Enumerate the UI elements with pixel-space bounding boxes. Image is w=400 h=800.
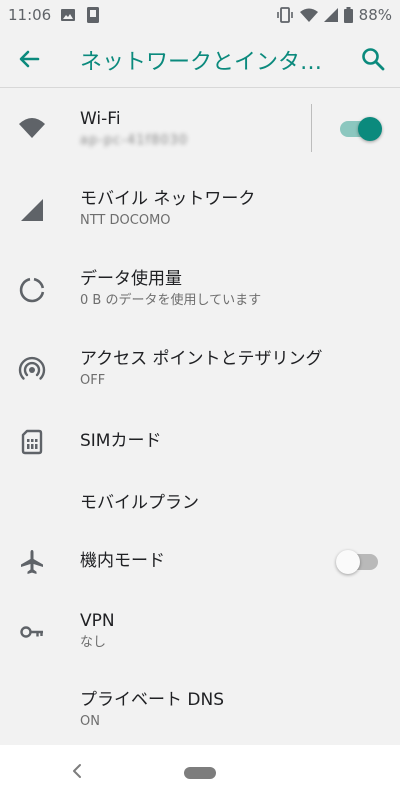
sim-card-text: SIMカード xyxy=(80,430,161,452)
sim-card-row[interactable]: SIMカード xyxy=(0,408,400,474)
vpn-title: VPN xyxy=(80,611,115,631)
vpn-status: なし xyxy=(80,635,107,650)
vibrate-icon xyxy=(276,7,293,23)
signal-status-icon xyxy=(323,8,338,22)
status-bar: 11:06 88% xyxy=(0,0,400,30)
private-dns-row[interactable]: プライベート DNS ON xyxy=(0,668,400,745)
wifi-title: Wi-Fi xyxy=(80,109,121,129)
page-title: ネットワークとインターネット xyxy=(80,50,330,75)
search-icon[interactable] xyxy=(358,44,388,74)
device-notification-icon xyxy=(87,7,99,23)
mobile-plan-text: モバイルプラン xyxy=(80,492,199,514)
system-nav-bar xyxy=(0,745,400,800)
airplane-mode-title: 機内モード xyxy=(80,551,165,571)
airplane-icon xyxy=(21,550,43,574)
nav-back-icon[interactable] xyxy=(66,759,90,783)
wifi-icon xyxy=(19,118,45,138)
mobile-plan-title: モバイルプラン xyxy=(80,493,199,513)
airplane-mode-text: 機内モード xyxy=(80,550,165,572)
airplane-mode-toggle[interactable] xyxy=(336,550,378,574)
mobile-network-carrier: NTT DOCOMO xyxy=(80,213,171,228)
signal-icon xyxy=(21,199,43,221)
airplane-toggle-knob xyxy=(336,550,360,574)
settings-list: Wi-Fi ap-pc-41f8030 モバイル ネットワーク NTT DOCO… xyxy=(0,88,400,745)
image-notification-icon xyxy=(61,9,75,21)
notification-icons xyxy=(60,7,100,23)
data-usage-icon xyxy=(19,277,45,303)
vpn-row[interactable]: VPN なし xyxy=(0,590,400,668)
wifi-toggle[interactable] xyxy=(340,117,382,141)
settings-screen: 11:06 88% ネットワークとインター Wi-Fi ap-pc-41f803… xyxy=(0,0,400,800)
arrow-back-icon[interactable] xyxy=(14,44,44,74)
home-pill-icon[interactable] xyxy=(184,767,216,779)
private-dns-text: プライベート DNS ON xyxy=(80,689,224,731)
vpn-text: VPN なし xyxy=(80,610,115,652)
data-usage-text: データ使用量 0 B のデータを使用しています xyxy=(80,268,261,310)
vpn-key-icon xyxy=(20,626,43,638)
sim-card-title: SIMカード xyxy=(80,431,162,451)
hotspot-text: アクセス ポイントとテザリング OFF xyxy=(80,348,323,390)
mobile-network-title: モバイル ネットワーク xyxy=(80,189,256,209)
airplane-mode-row[interactable]: 機内モード xyxy=(0,534,400,590)
mobile-network-row[interactable]: モバイル ネットワーク NTT DOCOMO xyxy=(0,168,400,248)
private-dns-title: プライベート DNS xyxy=(80,690,225,710)
hotspot-icon xyxy=(18,356,46,380)
hotspot-title: アクセス ポイントとテザリング xyxy=(80,349,323,369)
data-usage-summary: 0 B のデータを使用しています xyxy=(80,293,262,308)
wifi-row[interactable]: Wi-Fi ap-pc-41f8030 xyxy=(0,88,400,168)
status-right-group: 88% xyxy=(276,6,392,24)
battery-icon xyxy=(343,7,353,23)
mobile-network-text: モバイル ネットワーク NTT DOCOMO xyxy=(80,188,255,230)
wifi-ssid: ap-pc-41f8030 xyxy=(80,133,189,148)
private-dns-status: ON xyxy=(80,714,100,729)
status-time: 11:06 xyxy=(8,6,52,24)
mobile-plan-row[interactable]: モバイルプラン xyxy=(0,474,400,534)
wifi-text: Wi-Fi ap-pc-41f8030 xyxy=(80,108,188,150)
data-usage-title: データ使用量 xyxy=(80,269,182,289)
app-bar: ネットワークとインターネット xyxy=(0,30,400,88)
wifi-status-icon xyxy=(299,8,318,22)
hotspot-status: OFF xyxy=(80,373,106,388)
battery-percent: 88% xyxy=(358,6,392,24)
wifi-divider xyxy=(311,104,312,152)
data-usage-row[interactable]: データ使用量 0 B のデータを使用しています xyxy=(0,248,400,328)
wifi-toggle-knob xyxy=(358,117,382,141)
sim-card-icon xyxy=(21,429,43,455)
hotspot-row[interactable]: アクセス ポイントとテザリング OFF xyxy=(0,328,400,408)
